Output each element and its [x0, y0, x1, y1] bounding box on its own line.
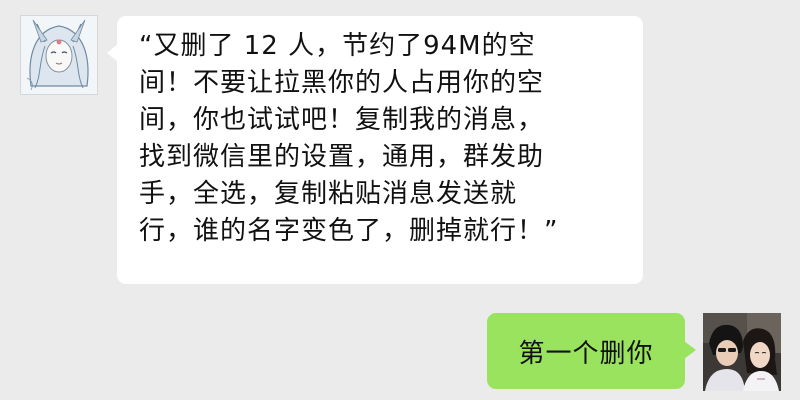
couple-photo-avatar-icon[interactable] [703, 313, 781, 391]
outgoing-message-bubble[interactable]: 第一个删你 [487, 313, 696, 389]
anime-character-avatar-icon[interactable] [20, 15, 98, 95]
incoming-message-bubble[interactable]: “又删了 12 人，节约了94M的空 间！不要让拉黑你的人占用你的空 间，你也试… [107, 16, 643, 284]
outgoing-message-text: 第一个删你 [518, 338, 654, 369]
chat-conversation: “又删了 12 人，节约了94M的空 间！不要让拉黑你的人占用你的空 间，你也试… [0, 0, 800, 400]
incoming-message-text: “又删了 12 人，节约了94M的空 间！不要让拉黑你的人占用你的空 间，你也试… [139, 31, 559, 246]
